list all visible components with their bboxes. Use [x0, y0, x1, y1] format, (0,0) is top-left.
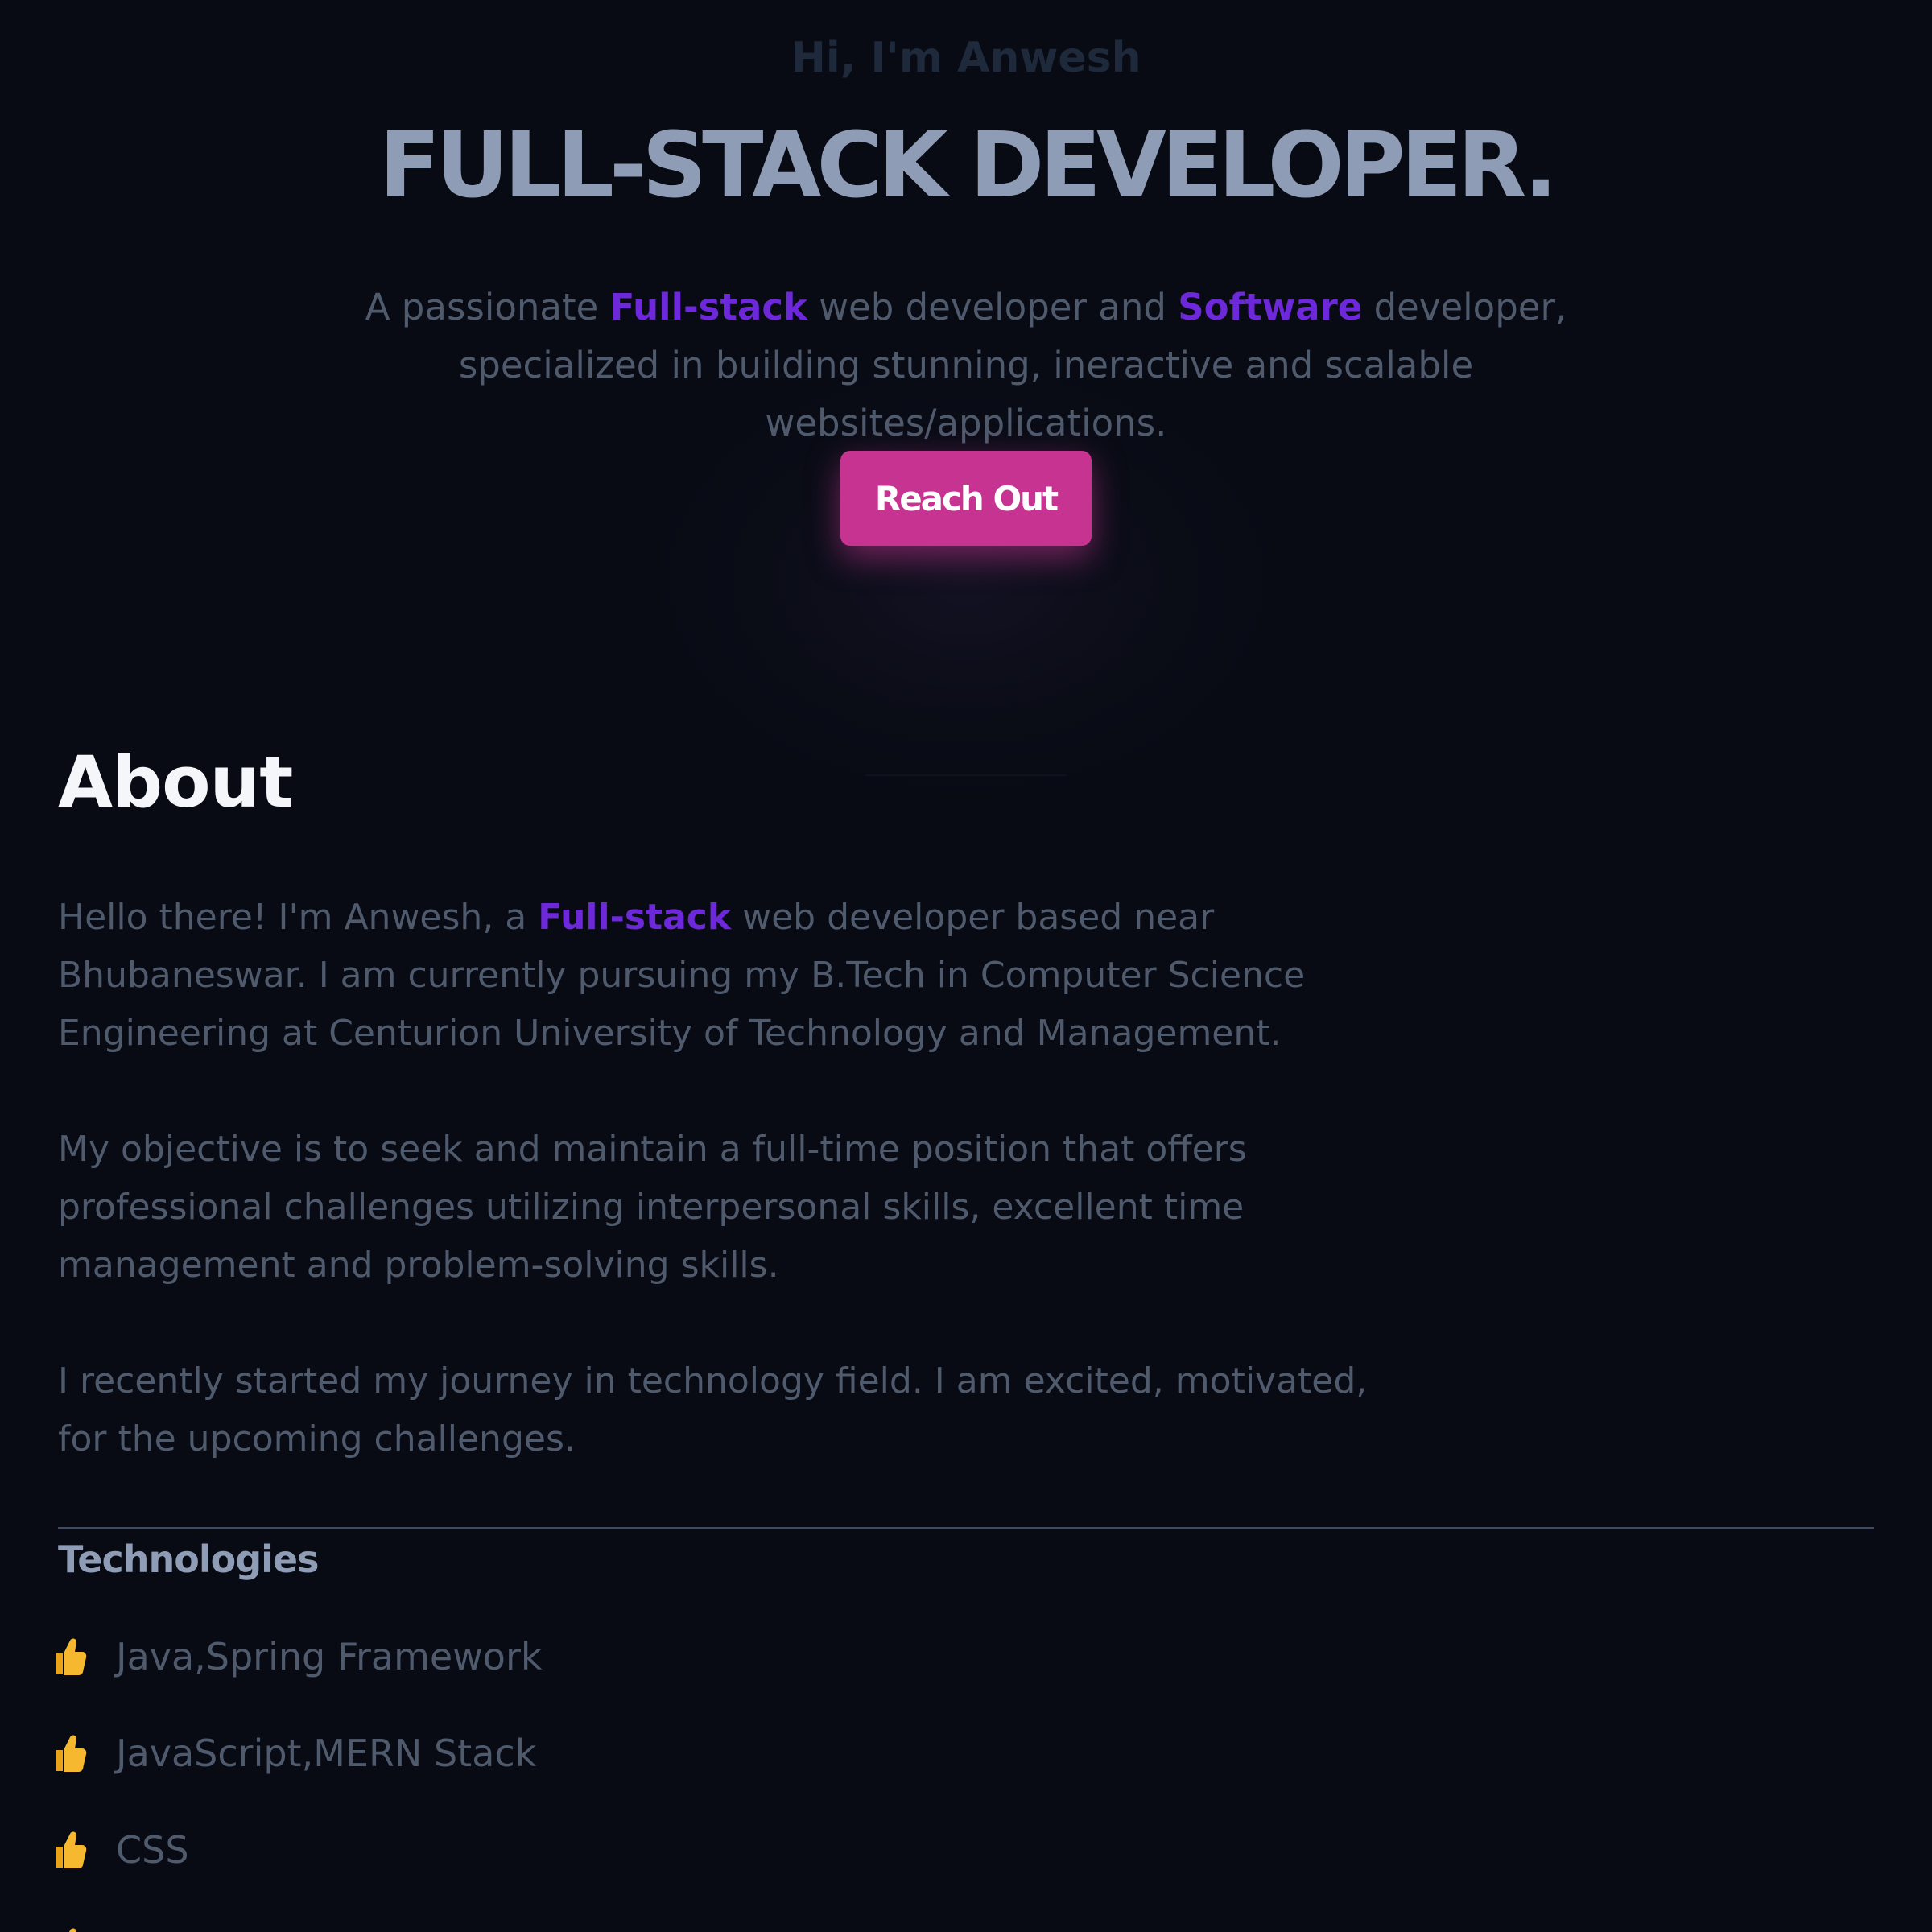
technology-label: HTML — [116, 1916, 219, 1932]
technologies-heading: Technologies — [58, 1538, 319, 1581]
tagline-text: web developer and — [807, 286, 1179, 328]
technology-label: CSS — [116, 1828, 189, 1872]
hero-greeting: Hi, I'm Anwesh — [791, 34, 1141, 82]
tagline-highlight-software: Software — [1178, 286, 1363, 328]
thumbs-up-icon — [52, 1732, 87, 1774]
list-item: HTML — [52, 1916, 543, 1932]
technology-label: Java,Spring Framework — [116, 1635, 543, 1678]
list-item: JavaScript,MERN Stack — [52, 1723, 543, 1819]
tagline-text: A passionate — [365, 286, 610, 328]
technology-label: JavaScript,MERN Stack — [116, 1732, 537, 1775]
list-item: CSS — [52, 1819, 543, 1916]
thumbs-up-icon — [52, 1926, 87, 1932]
section-divider — [58, 1527, 1874, 1529]
hero-headline: FULL-STACK DEVELOPER. — [378, 114, 1558, 218]
hero-divider — [865, 774, 1067, 776]
about-highlight-fullstack: Full-stack — [538, 897, 732, 938]
hero-tagline: A passionate Full-stack web developer an… — [266, 279, 1666, 452]
reach-out-button[interactable]: Reach Out — [840, 451, 1092, 546]
thumbs-up-icon — [52, 1829, 87, 1871]
thumbs-up-icon — [52, 1636, 87, 1678]
about-heading: About — [58, 741, 293, 824]
about-paragraph-intro: Hello there! I'm Anwesh, a Full-stack we… — [58, 889, 1394, 1063]
portfolio-page: Hi, I'm Anwesh FULL-STACK DEVELOPER. A p… — [0, 0, 1932, 1932]
about-text: Hello there! I'm Anwesh, a — [58, 897, 539, 938]
about-paragraph-journey: I recently started my journey in technol… — [58, 1360, 1368, 1459]
tagline-highlight-fullstack: Full-stack — [609, 286, 807, 328]
about-paragraph-objective: My objective is to seek and maintain a f… — [58, 1129, 1247, 1286]
list-item: Java,Spring Framework — [52, 1626, 543, 1723]
technologies-list: Java,Spring Framework JavaScript,MERN St… — [52, 1626, 543, 1932]
